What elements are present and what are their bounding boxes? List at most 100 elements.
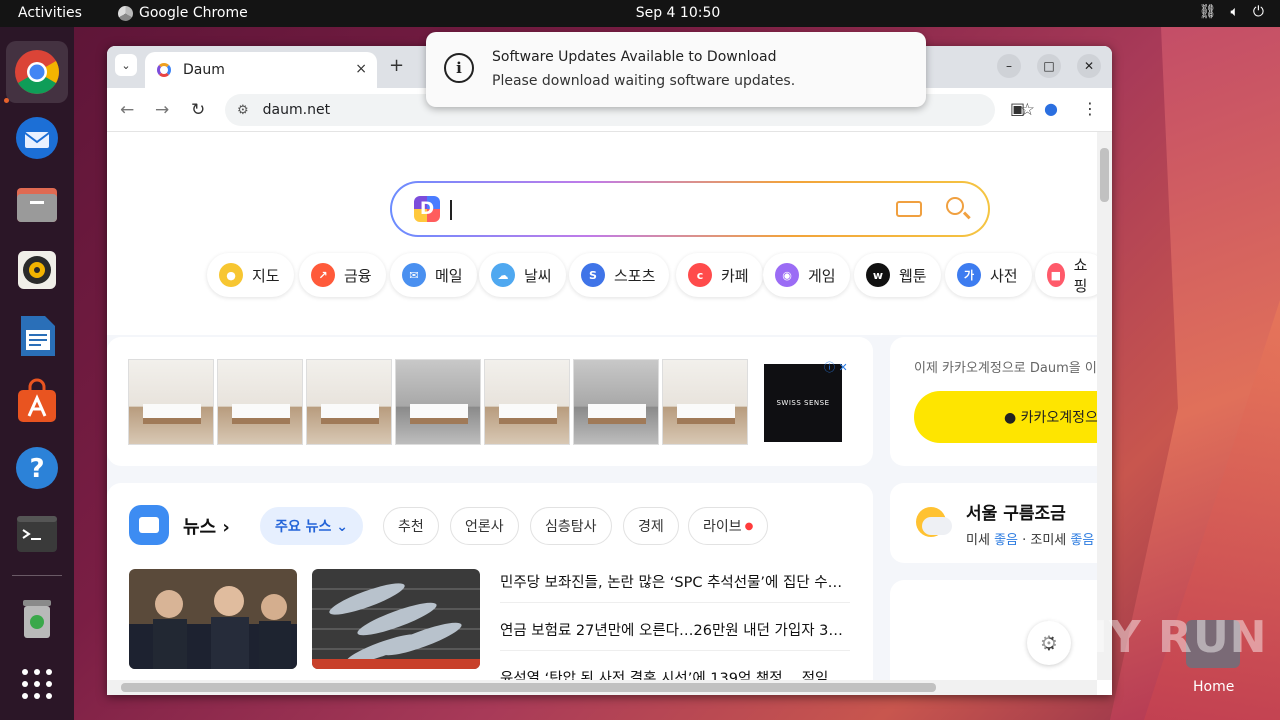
tab-live[interactable]: 라이브 ● (688, 507, 769, 545)
search-icon[interactable] (946, 197, 964, 215)
daum-logo-icon: D (414, 196, 440, 222)
shortcut-weather[interactable]: ☁ 날씨 (479, 253, 566, 297)
url-text: daum.net (262, 102, 331, 118)
vertical-scrollbar[interactable] (1097, 132, 1112, 680)
dock-app-grid[interactable] (6, 653, 68, 715)
shortcut-label: 지도 (252, 266, 280, 285)
news-headline[interactable]: 윤석열 ‘탄압 된 사전 결혼 시선’에 139억 책정… 적임 2배 (500, 667, 850, 680)
info-icon: i (444, 53, 474, 83)
reload-icon: ↻ (191, 100, 206, 120)
dock-app-center[interactable] (6, 371, 68, 433)
tab-press[interactable]: 언론사 (450, 507, 519, 545)
news-photo-thumbnail[interactable] (312, 569, 480, 669)
tab-main-news[interactable]: 주요 뉴스 ⌄ (260, 507, 363, 545)
ad-banner[interactable]: SWISS SENSE ⓘ ✕ (107, 337, 873, 466)
forward-arrow-icon: → (155, 100, 170, 120)
dock-help[interactable]: ? (6, 437, 68, 499)
close-window-button[interactable]: ✕ (1077, 54, 1101, 78)
clock[interactable]: Sep 4 10:50 (636, 5, 721, 21)
news-headline[interactable]: 민주당 보좌진들, 논란 많은 ‘SPC 추석선물’에 집단 수… (500, 571, 850, 603)
horizontal-scrollbar[interactable] (107, 680, 1097, 695)
tab-title: Daum (183, 62, 225, 78)
dock-separator (12, 575, 62, 576)
shortcut-shopping[interactable]: ■ 쇼핑 (1035, 253, 1097, 297)
menu-kebab-icon[interactable]: ⋮ (1082, 99, 1098, 118)
shopping-icon: ■ (1047, 263, 1065, 287)
keyboard-icon[interactable] (896, 201, 922, 217)
news-section: 뉴스 › 주요 뉴스 ⌄ 추천 언론사 심층탐사 경제 라이브 ● 민주당 보좌… (107, 483, 873, 680)
dictionary-icon: 가 (957, 263, 981, 287)
reload-button[interactable]: ↻ (191, 100, 205, 120)
shortcut-label: 게임 (808, 266, 836, 285)
app-center-icon (18, 378, 56, 422)
air-quality: 미세 좋음 · 조미세 좋음 (966, 533, 1095, 548)
text-caret (450, 200, 452, 220)
forward-button[interactable]: → (155, 100, 169, 120)
shortcut-label: 스포츠 (614, 266, 656, 285)
cafe-icon: c (688, 263, 712, 287)
shortcut-dictionary[interactable]: 가 사전 (945, 253, 1032, 297)
shortcut-label: 웹툰 (899, 266, 927, 285)
tab-investigative[interactable]: 심층탐사 (530, 507, 612, 545)
site-info-icon[interactable]: ⚙ (237, 103, 249, 118)
chrome-icon (118, 5, 133, 21)
tab-economy[interactable]: 경제 (623, 507, 679, 545)
help-icon: ? (16, 447, 58, 489)
news-photo-thumbnail[interactable] (129, 569, 297, 669)
scrollbar-thumb[interactable] (1100, 148, 1109, 202)
ad-info-icon[interactable]: ⓘ ✕ (824, 359, 848, 375)
kakao-login-button[interactable]: ● 카카오계정으로 (914, 391, 1097, 443)
dock-thunderbird[interactable] (6, 107, 68, 169)
chevron-down-icon: ⌄ (121, 58, 131, 72)
login-card: 이제 카카오계정으로 Daum을 이용 ● 카카오계정으로 (890, 337, 1097, 466)
shortcut-webtoon[interactable]: w 웹툰 (854, 253, 941, 297)
dust-label: 미세 (966, 533, 990, 548)
tab-search-button[interactable]: ⌄ (115, 54, 137, 76)
browser-window: ⌄ Daum × + – □ ✕ ← → ↻ ⚙ daum.net ☆ ▣ ● … (107, 46, 1112, 695)
weather-widget[interactable]: 서울 구름조금 미세 좋음 · 조미세 좋음 (890, 483, 1097, 563)
activities-button[interactable]: Activities (18, 5, 82, 21)
dock-files[interactable] (6, 173, 68, 235)
dock-trash[interactable] (6, 587, 68, 649)
tab-daum[interactable]: Daum × (145, 52, 377, 88)
dock: ? (0, 27, 74, 720)
search-input[interactable]: D (390, 181, 990, 237)
shortcut-label: 메일 (435, 266, 463, 285)
news-title-link[interactable]: 뉴스 › (183, 513, 230, 539)
profile-icon[interactable]: ● (1044, 99, 1058, 118)
thunderbird-icon (16, 117, 58, 159)
news-photo-image (129, 569, 297, 669)
tab-close-button[interactable]: × (355, 61, 367, 77)
minimize-button[interactable]: – (997, 54, 1021, 78)
ad-bedroom-image (573, 359, 659, 445)
scrollbar-thumb[interactable] (121, 683, 936, 692)
system-tray[interactable]: ⛓ 🔈︎ ⏻ (1199, 4, 1264, 20)
dock-rhythmbox[interactable] (6, 239, 68, 301)
maximize-button[interactable]: □ (1037, 54, 1061, 78)
shortcut-cafe[interactable]: c 카페 (676, 253, 763, 297)
shortcut-mail[interactable]: ✉ 메일 (390, 253, 477, 297)
side-panel-icon[interactable]: ▣ (1010, 99, 1025, 118)
shortcut-game[interactable]: ◉ 게임 (763, 253, 850, 297)
svg-text:?: ? (29, 454, 44, 484)
tab-live-label: 라이브 (703, 519, 742, 535)
ad-bedroom-image (662, 359, 748, 445)
top-bar: Activities Google Chrome Sep 4 10:50 ⛓ 🔈… (0, 0, 1280, 27)
shortcut-label: 사전 (990, 266, 1018, 285)
app-menu[interactable]: Google Chrome (118, 5, 248, 21)
dock-terminal[interactable] (6, 503, 68, 565)
news-headline[interactable]: 연금 보험료 27년만에 오른다…26만원 내던 가입자 3… (500, 619, 850, 651)
shortcut-sports[interactable]: S 스포츠 (569, 253, 670, 297)
dock-chrome[interactable] (6, 41, 68, 103)
update-notification[interactable]: i Software Updates Available to Download… (426, 32, 926, 107)
shortcut-finance[interactable]: ↗ 금융 (299, 253, 386, 297)
volume-icon: 🔈︎ (1230, 4, 1239, 20)
tab-recommended[interactable]: 추천 (383, 507, 439, 545)
dock-writer[interactable] (6, 305, 68, 367)
new-tab-button[interactable]: + (389, 55, 404, 76)
fine-dust-label: 조미세 (1030, 533, 1067, 548)
notification-body: Please download waiting software updates… (492, 73, 796, 89)
shortcut-map[interactable]: ● 지도 (207, 253, 294, 297)
game-icon: ◉ (775, 263, 799, 287)
back-button[interactable]: ← (120, 100, 134, 120)
